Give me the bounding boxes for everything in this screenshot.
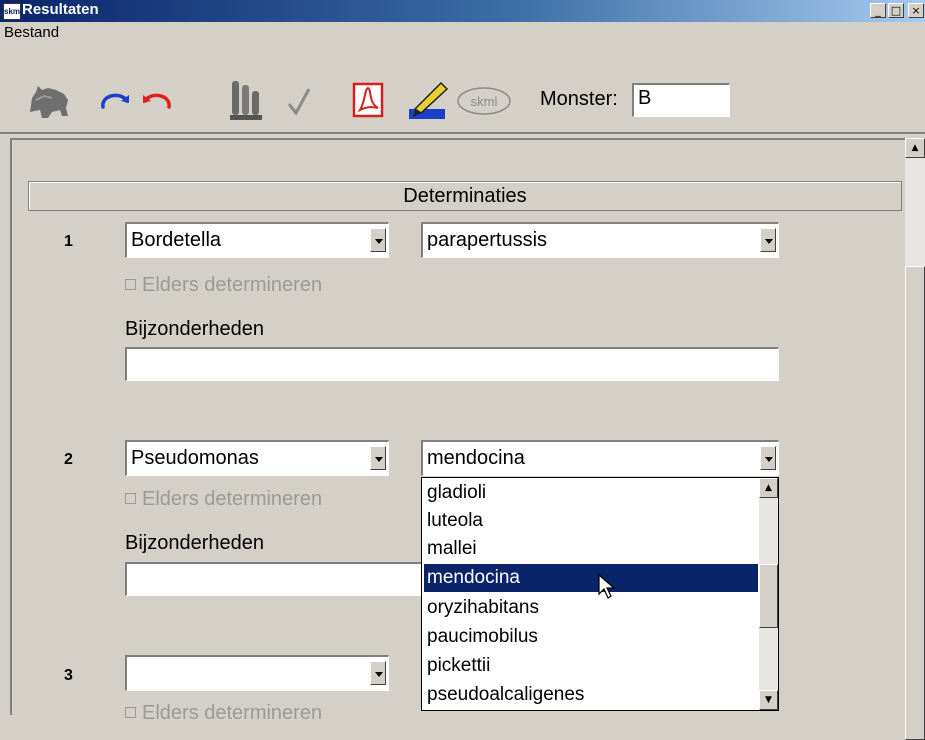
list-item[interactable]: luteola [424,507,758,535]
chevron-down-icon[interactable] [370,661,386,685]
genus-value: Pseudomonas [131,447,259,469]
elders-checkbox[interactable]: Elders determineren [125,702,322,725]
species-value: parapertussis [427,229,548,251]
scroll-thumb[interactable] [905,266,925,740]
species-select[interactable]: mendocina [421,440,779,476]
scroll-up-arrow[interactable]: ▲ [905,138,925,158]
checkbox-icon[interactable] [125,707,136,718]
elders-label: Elders determineren [142,274,323,296]
row-number: 3 [64,667,73,684]
list-item[interactable]: mallei [424,535,758,563]
monster-label: Monster: [540,88,618,110]
checkmark-icon[interactable] [284,84,314,118]
skml-logo-text: skml [471,94,498,109]
window-title: Resultaten [22,1,99,18]
menu-bar: Bestand [0,22,925,44]
mouse-cursor-icon [598,573,616,605]
list-item[interactable]: pickettii [424,652,758,680]
list-item[interactable]: oryzihabitans [424,594,758,622]
maximize-button[interactable]: □ [888,3,904,18]
test-tubes-icon[interactable] [226,78,266,122]
redo-icon[interactable] [98,84,134,114]
bijzonderheden-label: Bijzonderheden [125,532,264,554]
elders-checkbox[interactable]: Elders determineren [125,274,322,297]
species-select[interactable]: parapertussis [421,222,779,258]
list-item[interactable]: gladioli [424,479,758,507]
bijzonderheden-input[interactable] [125,347,779,381]
app-icon: skml [3,3,22,20]
elders-checkbox[interactable]: Elders determineren [125,488,322,511]
skml-logo-icon[interactable]: skml [454,84,514,118]
pen-sign-icon[interactable] [406,78,452,122]
pdf-icon[interactable] [348,78,388,122]
minimize-button[interactable]: _ [870,3,886,18]
vertical-scrollbar[interactable]: ▲ [905,138,925,740]
row-number: 2 [64,451,73,468]
checkbox-icon[interactable] [125,493,136,504]
genus-select[interactable]: Bordetella [125,222,389,258]
undo-icon[interactable] [138,84,174,114]
section-header: Determinaties [28,181,902,211]
scroll-up-arrow[interactable]: ▲ [759,478,778,498]
list-item-selected[interactable]: mendocina [424,564,758,592]
genus-select[interactable]: Pseudomonas [125,440,389,476]
dropdown-scrollbar[interactable]: ▲ ▼ [759,478,778,710]
row-number: 1 [64,233,73,250]
list-item[interactable]: pseudoalcaligenes [424,681,758,709]
chevron-down-icon[interactable] [760,228,776,252]
elders-label: Elders determineren [142,702,323,724]
genus-value: Bordetella [131,229,222,251]
close-button[interactable]: × [908,3,924,18]
bijzonderheden-label: Bijzonderheden [125,318,264,340]
chevron-down-icon[interactable] [370,446,386,470]
species-value: mendocina [427,447,525,469]
checkbox-icon[interactable] [125,279,136,290]
chevron-down-icon[interactable] [370,228,386,252]
genus-select[interactable] [125,655,389,691]
scroll-thumb[interactable] [759,564,778,628]
title-bar: skml Resultaten _ □ × [0,0,925,22]
chevron-down-icon[interactable] [760,446,776,470]
scroll-down-arrow[interactable]: ▼ [759,690,778,710]
menu-bestand[interactable]: Bestand [4,24,59,41]
elders-label: Elders determineren [142,488,323,510]
list-item[interactable]: paucimobilus [424,623,758,651]
animal-icon[interactable] [24,80,74,122]
monster-input[interactable]: B [632,83,730,117]
